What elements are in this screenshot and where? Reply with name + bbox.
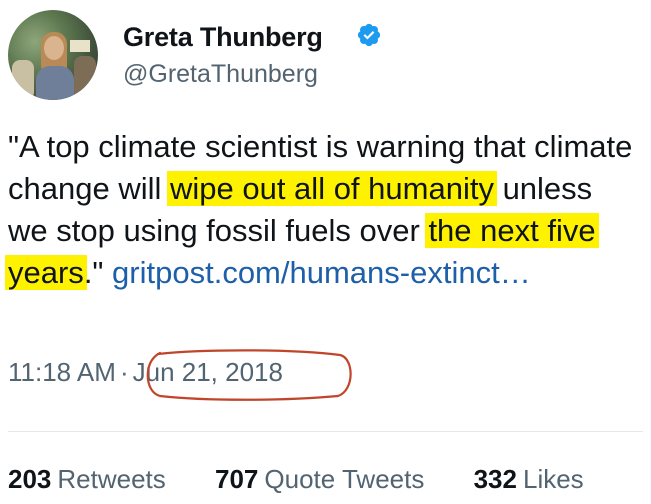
avatar-crowd-right xyxy=(74,56,96,100)
likes-count: 332 xyxy=(473,464,517,494)
retweets-count: 203 xyxy=(8,464,52,494)
tweet-link[interactable]: gritpost.com/humans-extinct… xyxy=(112,255,531,290)
quote-tweets-count: 707 xyxy=(215,464,259,494)
retweets-stat[interactable]: 203 Retweets xyxy=(8,464,166,495)
tweet-time[interactable]: 11:18 AM xyxy=(8,357,116,387)
engagement-stats: 203 Retweets 707 Quote Tweets 332 Likes xyxy=(8,464,584,495)
quote-tweets-label: Quote Tweets xyxy=(264,464,425,494)
avatar-crowd-left xyxy=(12,60,34,100)
tweet-text-segment: ." xyxy=(83,255,113,290)
avatar-protest-sign xyxy=(70,40,90,52)
meta-separator: · xyxy=(119,357,129,387)
tweet-card: Greta Thunberg @GretaThunberg "A top cli… xyxy=(0,0,651,504)
highlighted-phrase: wipe out all of humanity xyxy=(166,171,497,206)
likes-label: Likes xyxy=(522,464,584,494)
likes-stat[interactable]: 332 Likes xyxy=(474,464,584,495)
stats-divider xyxy=(8,431,643,432)
date-circle-annotation xyxy=(146,349,352,401)
author-display-name[interactable]: Greta Thunberg xyxy=(123,22,323,53)
avatar-body xyxy=(36,66,74,100)
quote-tweets-stat[interactable]: 707 Quote Tweets xyxy=(215,464,424,495)
avatar-face xyxy=(44,36,64,60)
retweets-label: Retweets xyxy=(57,464,166,494)
avatar[interactable] xyxy=(8,10,98,100)
tweet-text: "A top climate scientist is warning that… xyxy=(5,126,638,294)
author-handle[interactable]: @GretaThunberg xyxy=(123,60,318,89)
verified-badge-icon xyxy=(357,23,381,47)
